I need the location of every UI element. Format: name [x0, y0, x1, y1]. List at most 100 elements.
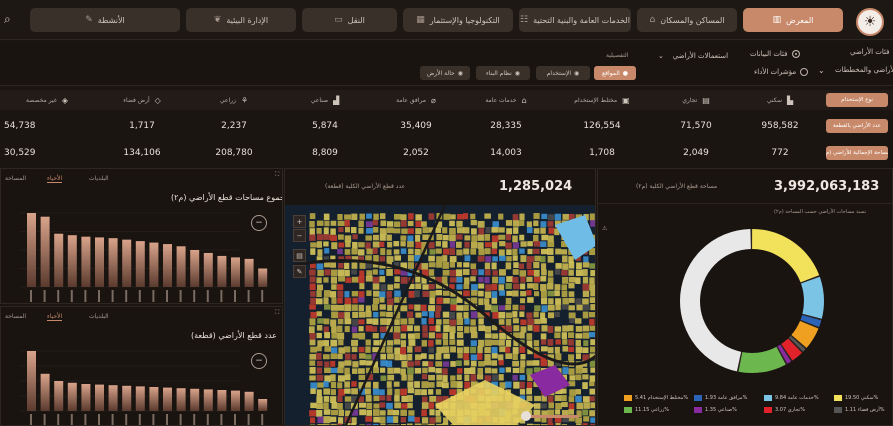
chip-usage[interactable]: الإستخدام ◉: [536, 66, 590, 80]
bar[interactable]: [95, 237, 104, 287]
bar[interactable]: [149, 387, 159, 411]
parcel: [401, 325, 408, 332]
tab-area[interactable]: المساحة: [5, 175, 26, 182]
bar[interactable]: [149, 242, 159, 287]
nav-housing[interactable]: ⌂ المساكن والمسكان: [637, 8, 737, 32]
chip-building-system[interactable]: نظام البناء ◉: [476, 66, 530, 80]
legend-item[interactable]: مرافق عامة 1.93%: [694, 395, 747, 401]
bar[interactable]: [122, 239, 132, 287]
tab-municipalities[interactable]: البلديات: [89, 175, 109, 182]
bar[interactable]: [163, 244, 172, 287]
parcel: [428, 305, 436, 312]
parcel: [568, 312, 576, 319]
legend-item[interactable]: مختلط الإستخدام 5.41%: [624, 395, 688, 401]
chip-locations[interactable]: المواقع ●: [594, 66, 636, 80]
bar[interactable]: [27, 213, 36, 287]
nav-technology[interactable]: ▦ التكنولوجيا والإستثمار: [403, 8, 513, 32]
chip-land-status[interactable]: حالة الأرض ◉: [420, 66, 470, 80]
legend-item[interactable]: تجاري 3.07%: [764, 407, 805, 413]
radio-data-categories[interactable]: فئات البيانات: [750, 50, 800, 58]
land-category-select[interactable]: الأراضي والمخططات: [835, 66, 893, 74]
parcel: [394, 297, 400, 303]
radio-performance[interactable]: مؤشرات الأداء: [754, 68, 809, 76]
bar[interactable]: [176, 388, 186, 411]
bar[interactable]: [217, 390, 227, 411]
bar[interactable]: [176, 246, 186, 287]
expand-icon[interactable]: ⛶: [275, 171, 279, 179]
info-icon[interactable]: ⚠: [602, 225, 607, 232]
bar[interactable]: [217, 255, 227, 287]
parcel: [484, 242, 492, 248]
parcel: [449, 220, 455, 227]
parcel: [526, 262, 532, 270]
parcel: [464, 374, 470, 382]
bar[interactable]: [244, 258, 254, 287]
zoom-in-icon[interactable]: +: [293, 215, 306, 228]
legend-item[interactable]: سكني 19.50%: [834, 395, 878, 401]
parcel: [415, 228, 422, 235]
nav-transport[interactable]: ▭ النقل: [302, 8, 397, 32]
parcel: [386, 291, 392, 298]
land-use-dropdown[interactable]: ⌄ استعمالات الأراضي: [658, 52, 728, 60]
bar[interactable]: [258, 268, 268, 288]
bar[interactable]: [244, 391, 254, 411]
bar[interactable]: [190, 250, 200, 287]
parcel: [485, 227, 491, 234]
parcel: [366, 318, 373, 324]
bar[interactable]: [54, 233, 64, 287]
parcel: [589, 381, 595, 387]
bar[interactable]: [108, 385, 118, 411]
nav-environment[interactable]: ❦ الإدارة البيئية: [186, 8, 296, 32]
parcel: [449, 332, 455, 340]
parcel: [344, 396, 352, 402]
land-parcel-map[interactable]: [285, 205, 596, 426]
bar[interactable]: [54, 381, 64, 411]
zoom-out-icon[interactable]: −: [293, 229, 306, 242]
table-row: عدد الأراضي بالقطعة 958,582 71,570 126,5…: [0, 116, 893, 136]
nav-exhibit[interactable]: ▥ المعرض: [743, 8, 843, 32]
search-icon[interactable]: ⌕: [4, 12, 11, 27]
parcel: [386, 234, 392, 241]
nav-public-services[interactable]: ☷ الخدمات العامة والبنية التحتية: [519, 8, 631, 32]
bar[interactable]: [135, 386, 145, 411]
bar[interactable]: [163, 387, 172, 411]
nav-activities[interactable]: ✎ الأنشطة: [30, 8, 180, 32]
parcel: [317, 234, 324, 241]
legend-item[interactable]: خدمات عامة 9.84%: [764, 395, 819, 401]
tab-municipalities[interactable]: البلديات: [89, 313, 109, 320]
tab-districts[interactable]: الأحياء: [47, 175, 63, 183]
legend-item[interactable]: صناعي 1.35%: [694, 407, 737, 413]
bar[interactable]: [258, 399, 268, 411]
chevron-down-icon[interactable]: ⌄: [818, 66, 825, 75]
bar[interactable]: [27, 351, 36, 411]
layers-icon[interactable]: ▤: [293, 249, 306, 262]
parcel: [400, 347, 407, 355]
parcel: [421, 318, 427, 325]
bar[interactable]: [190, 388, 200, 411]
opacity-slider[interactable]: [529, 415, 579, 418]
bar[interactable]: [67, 235, 77, 287]
tab-districts[interactable]: الأحياء: [47, 313, 63, 321]
slider-handle[interactable]: [521, 411, 531, 421]
bar[interactable]: [203, 252, 213, 287]
bar[interactable]: [203, 389, 213, 411]
parcel: [464, 235, 471, 241]
bar[interactable]: [122, 385, 132, 411]
bar[interactable]: [95, 384, 104, 411]
bar[interactable]: [40, 216, 50, 287]
bar[interactable]: [231, 390, 240, 411]
bar[interactable]: [135, 241, 145, 287]
expand-icon[interactable]: ⛶: [275, 309, 279, 317]
bar[interactable]: [40, 373, 50, 411]
bar[interactable]: [67, 382, 77, 411]
bar[interactable]: [81, 384, 91, 411]
draw-icon[interactable]: ✎: [293, 265, 306, 278]
bar[interactable]: [108, 238, 118, 287]
parcel: [478, 298, 484, 306]
legend-item[interactable]: أرض فضاء 1.11%: [834, 407, 885, 413]
parcel: [456, 339, 464, 346]
legend-item[interactable]: زراعي 11.15%: [624, 407, 669, 413]
tab-area[interactable]: المساحة: [5, 313, 26, 320]
bar[interactable]: [81, 236, 91, 287]
bar[interactable]: [231, 257, 240, 287]
